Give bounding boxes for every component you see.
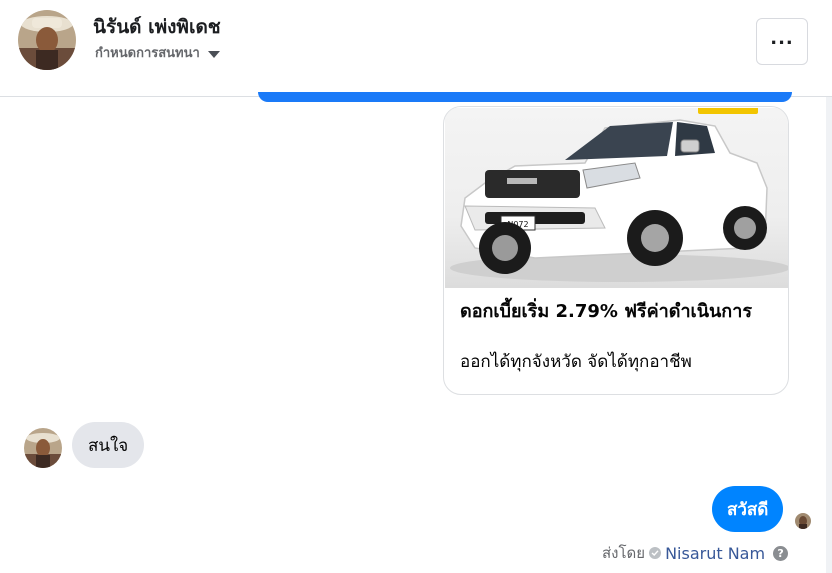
check-icon [649,547,662,559]
avatar-photo-small [24,428,62,468]
card-image: N072 [445,108,788,288]
seen-indicator-avatar [795,513,811,529]
card-title: ดอกเบี้ยเริ่ม 2.79% ฟรีค่าดำเนินการ [460,301,752,322]
caret-down-icon [207,50,220,58]
sent-by-row: ส่งโดย Nisarut Nam ? [602,541,789,565]
conversation-settings-dropdown[interactable]: กำหนดการสนทนา [95,42,220,63]
conversation-header: นิรันด์ เพ่งพิเดช กำหนดการสนทนา ... [0,0,832,97]
help-icon[interactable]: ? [773,545,789,561]
sent-by-label: ส่งโดย [602,544,646,562]
sender-avatar[interactable] [24,428,62,468]
more-options-icon: ... [770,27,794,49]
sender-name-link[interactable]: Nisarut Nam [665,544,765,563]
shared-post-card[interactable]: N072 ดอกเบี้ยเริ่ม 2.79% ฟรีค่าดำเนินการ… [443,106,789,395]
more-options-button[interactable]: ... [756,18,808,65]
contact-name[interactable]: นิรันด์ เพ่งพิเดช [93,12,221,42]
price-tag-decoration [698,108,758,114]
outgoing-message-bubble[interactable]: สวัสดี [712,486,784,532]
previous-message-bubble [258,92,792,102]
card-subtitle: ออกได้ทุกจังหวัด จัดได้ทุกอาชีพ [460,352,692,372]
conversation-settings-label: กำหนดการสนทนา [95,46,200,61]
scrollbar-track[interactable] [826,97,832,573]
avatar-photo [18,10,76,70]
seen-avatar-photo [795,513,811,529]
contact-avatar[interactable] [18,10,76,70]
pickup-truck-illustration: N072 [450,119,788,282]
incoming-message-bubble[interactable]: สนใจ [72,422,145,468]
